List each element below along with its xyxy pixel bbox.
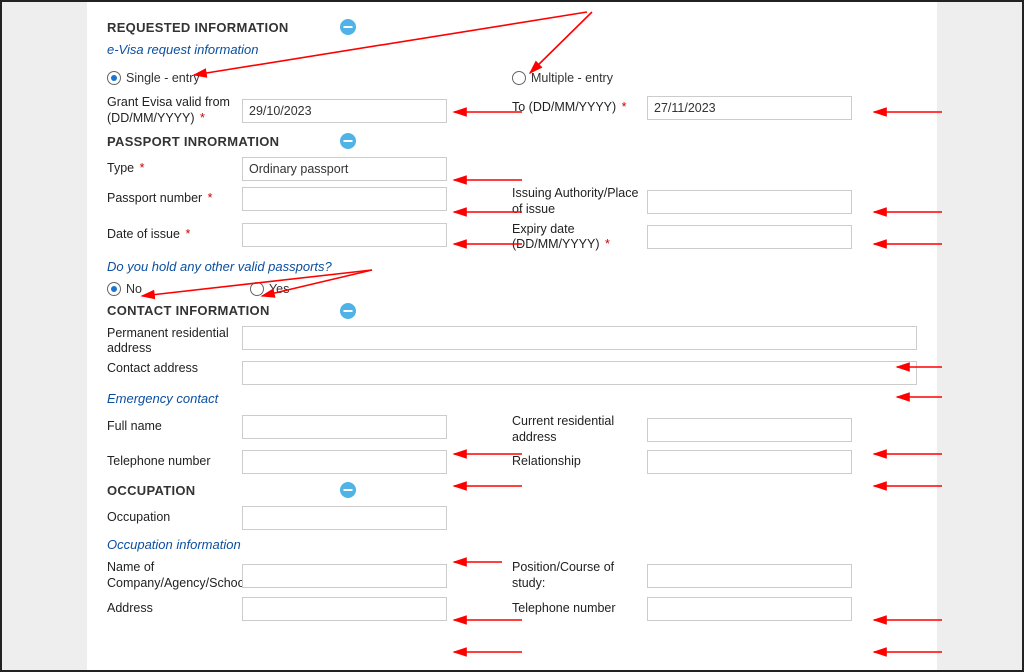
radio-no[interactable]: No — [107, 282, 142, 296]
radio-dot-icon — [250, 282, 264, 296]
form-page: REQUESTED INFORMATION e-Visa request inf… — [87, 2, 937, 670]
input-issuing-authority[interactable] — [647, 190, 852, 214]
label-telephone: Telephone number — [107, 454, 242, 470]
label-telephone2: Telephone number — [512, 601, 647, 617]
input-valid-from[interactable]: 29/10/2023 — [242, 99, 447, 123]
input-passport-number[interactable] — [242, 187, 447, 211]
section-requested: REQUESTED INFORMATION — [107, 18, 917, 36]
radio-multiple-entry[interactable]: Multiple - entry — [512, 71, 613, 85]
label-issuing-authority: Issuing Authority/Place of issue — [512, 186, 647, 217]
input-occupation[interactable] — [242, 506, 447, 530]
radio-multiple-entry-label: Multiple - entry — [531, 71, 613, 85]
label-position: Position/Course of study: — [512, 560, 647, 591]
section-occupation-title: OCCUPATION — [107, 483, 195, 498]
input-company[interactable] — [242, 564, 447, 588]
input-full-name[interactable] — [242, 415, 447, 439]
radio-single-entry[interactable]: Single - entry — [107, 71, 200, 85]
subhead-other-passports: Do you hold any other valid passports? — [107, 259, 917, 274]
label-occupation: Occupation — [107, 510, 242, 526]
subhead-evisa: e-Visa request information — [107, 42, 917, 57]
input-expiry-date[interactable] — [647, 225, 852, 249]
input-position[interactable] — [647, 564, 852, 588]
radio-yes-label: Yes — [269, 282, 289, 296]
label-date-of-issue: Date of issue * — [107, 227, 242, 243]
radio-no-label: No — [126, 282, 142, 296]
radio-dot-icon — [107, 282, 121, 296]
label-type: Type * — [107, 161, 242, 177]
label-company: Name of Company/Agency/School — [107, 560, 242, 591]
input-address[interactable] — [242, 597, 447, 621]
input-type[interactable]: Ordinary passport — [242, 157, 447, 181]
label-passport-number: Passport number * — [107, 191, 242, 207]
label-contact-addr: Contact address — [107, 361, 242, 377]
collapse-icon[interactable] — [339, 302, 357, 320]
input-curr-addr[interactable] — [647, 418, 852, 442]
radio-dot-icon — [107, 71, 121, 85]
subhead-occ-info: Occupation information — [107, 537, 917, 552]
label-expiry-date: Expiry date (DD/MM/YYYY) * — [512, 222, 647, 253]
section-contact-title: CONTACT INFORMATION — [107, 303, 270, 318]
input-date-of-issue[interactable] — [242, 223, 447, 247]
label-curr-addr: Current residential address — [512, 414, 647, 445]
label-address: Address — [107, 601, 242, 617]
subhead-emergency: Emergency contact — [107, 391, 917, 406]
section-requested-title: REQUESTED INFORMATION — [107, 20, 289, 35]
radio-dot-icon — [512, 71, 526, 85]
section-passport: PASSPORT INRORMATION — [107, 132, 917, 150]
section-contact: CONTACT INFORMATION — [107, 302, 917, 320]
label-perm-addr: Permanent residential address — [107, 326, 242, 357]
collapse-icon[interactable] — [339, 18, 357, 36]
input-valid-to[interactable]: 27/11/2023 — [647, 96, 852, 120]
label-relationship: Relationship — [512, 454, 647, 470]
input-telephone2[interactable] — [647, 597, 852, 621]
input-telephone[interactable] — [242, 450, 447, 474]
label-full-name: Full name — [107, 419, 242, 435]
collapse-icon[interactable] — [339, 481, 357, 499]
section-passport-title: PASSPORT INRORMATION — [107, 134, 279, 149]
radio-yes[interactable]: Yes — [250, 282, 289, 296]
radio-single-entry-label: Single - entry — [126, 71, 200, 85]
input-relationship[interactable] — [647, 450, 852, 474]
label-valid-to: To (DD/MM/YYYY) * — [512, 100, 647, 116]
input-perm-addr[interactable] — [242, 326, 917, 350]
input-contact-addr[interactable] — [242, 361, 917, 385]
collapse-icon[interactable] — [339, 132, 357, 150]
section-occupation: OCCUPATION — [107, 481, 917, 499]
label-valid-from: Grant Evisa valid from (DD/MM/YYYY) * — [107, 95, 242, 126]
